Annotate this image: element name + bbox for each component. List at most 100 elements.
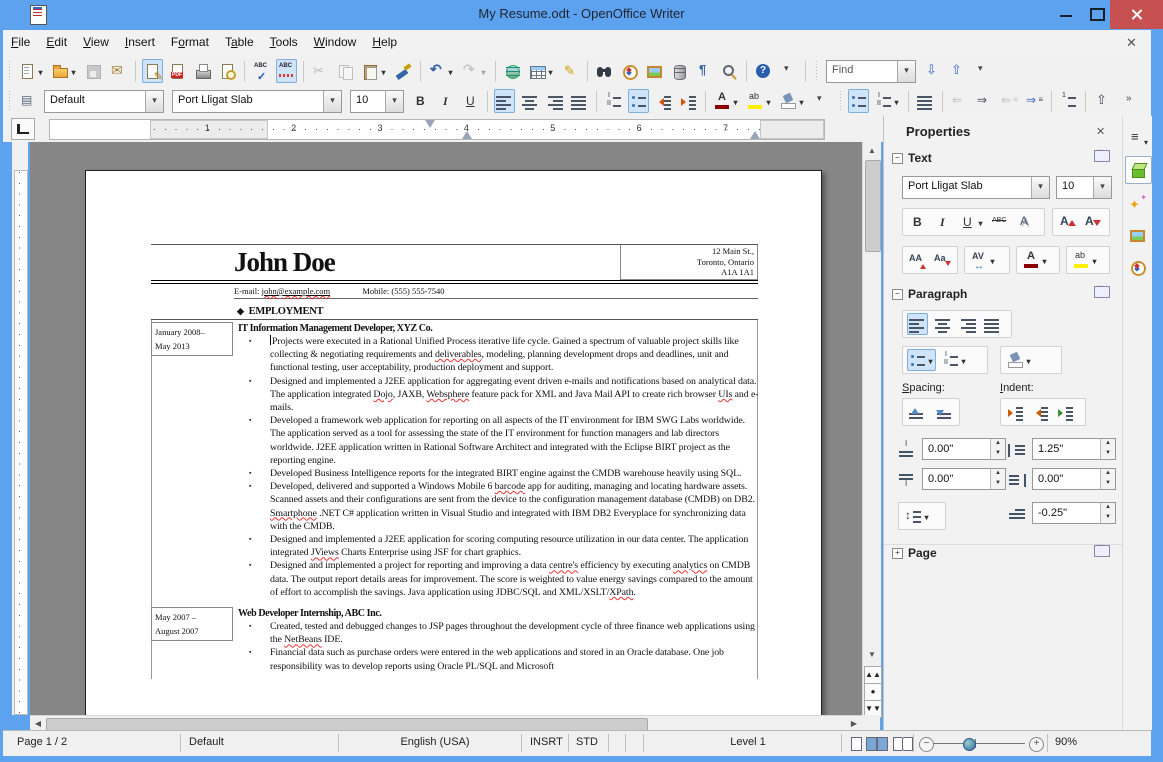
minimize-button[interactable]	[1052, 0, 1081, 29]
menu-help[interactable]: Help	[364, 30, 405, 56]
chevron-down-icon[interactable]	[323, 90, 341, 112]
document-page[interactable]: John Doe 12 Main St., Toronto, Ontario A1A…	[85, 170, 822, 715]
numbered-list-icon[interactable]	[603, 89, 624, 113]
spinner-buttons[interactable]: ▲ ▼	[1100, 503, 1115, 523]
toolbar-grip[interactable]	[7, 61, 12, 81]
nonprinting-characters-icon[interactable]	[694, 59, 715, 83]
hyperlink-icon[interactable]	[502, 59, 523, 83]
align-left-icon[interactable]	[494, 89, 515, 113]
chevron-down-icon[interactable]	[1093, 177, 1111, 198]
menu-window[interactable]: Window	[306, 30, 365, 56]
increase-indent-icon[interactable]	[678, 89, 699, 113]
numbered-list-icon[interactable]	[873, 89, 902, 113]
align-left-icon[interactable]	[907, 313, 928, 335]
view-single-page-icon[interactable]	[851, 737, 862, 751]
left-indent-marker[interactable]	[462, 126, 472, 139]
toolbar-more-icon[interactable]	[811, 89, 832, 113]
paragraph-section-header[interactable]: − Paragraph	[884, 283, 1123, 306]
more-options-icon[interactable]	[1094, 283, 1110, 298]
insert-mode[interactable]: INSRT	[530, 736, 563, 748]
align-right-icon[interactable]	[544, 89, 565, 113]
right-indent-marker[interactable]	[750, 126, 760, 139]
strikethrough-icon[interactable]	[990, 211, 1011, 233]
open-icon[interactable]	[50, 59, 79, 83]
after-text-indent-field[interactable]: 0.00" ▲ ▼	[1032, 468, 1116, 490]
demote-subpoints-icon[interactable]	[1024, 89, 1045, 113]
spellcheck-icon[interactable]	[251, 59, 272, 83]
language-status[interactable]: English (USA)	[355, 736, 515, 748]
sidebar-font-size-select[interactable]: 10	[1056, 176, 1112, 199]
selection-mode[interactable]: STD	[576, 736, 598, 748]
numbered-list-icon[interactable]	[940, 349, 969, 371]
bullet-list-icon[interactable]	[628, 89, 649, 113]
close-document-icon[interactable]	[1124, 35, 1139, 50]
expand-icon[interactable]: +	[892, 548, 903, 559]
font-color-icon[interactable]	[1021, 249, 1050, 271]
no-list-icon[interactable]	[915, 89, 936, 113]
bold-icon[interactable]	[410, 89, 431, 113]
font-size-select[interactable]: 10	[350, 89, 404, 113]
line-spacing-icon[interactable]	[903, 505, 932, 527]
scroll-down-icon[interactable]: ▼	[864, 647, 880, 663]
toolbar-more-icon[interactable]	[778, 59, 799, 83]
scroll-up-icon[interactable]: ▲	[864, 143, 880, 159]
align-justify-icon[interactable]	[982, 313, 1003, 335]
highlighting-icon[interactable]	[1071, 249, 1100, 271]
sidebar-font-name-select[interactable]: Port Lligat Slab	[902, 176, 1050, 199]
align-right-icon[interactable]	[957, 313, 978, 335]
bullet-list-icon[interactable]	[907, 349, 936, 371]
tab-clipart[interactable]	[1125, 222, 1150, 248]
horizontal-scrollbar[interactable]: ◀ ▶	[30, 715, 862, 731]
toolbar-grip[interactable]	[838, 91, 843, 111]
chevron-down-icon[interactable]	[385, 90, 403, 112]
decrease-indent-icon[interactable]	[653, 89, 674, 113]
chevron-down-icon[interactable]	[145, 90, 163, 112]
more-options-icon[interactable]	[1094, 542, 1110, 557]
align-center-icon[interactable]	[519, 89, 540, 113]
find-input[interactable]: Find	[826, 59, 916, 83]
close-button[interactable]	[1110, 0, 1163, 29]
hanging-indent-icon[interactable]	[1055, 401, 1076, 423]
find-replace-icon[interactable]	[594, 59, 615, 83]
vertical-ruler[interactable]	[12, 142, 28, 715]
increase-spacing-icon[interactable]	[907, 401, 928, 423]
view-multi-page-icon[interactable]	[877, 737, 888, 751]
chevron-down-icon[interactable]	[897, 60, 915, 82]
zoom-out-icon[interactable]: −	[919, 737, 934, 752]
chevron-down-icon[interactable]	[1031, 177, 1049, 198]
format-paintbrush-icon[interactable]	[393, 59, 414, 83]
page-style[interactable]: Default	[189, 736, 224, 748]
edit-mode-icon[interactable]	[142, 59, 163, 83]
view-book-icon[interactable]	[902, 737, 913, 751]
table-icon[interactable]	[527, 59, 556, 83]
menu-table[interactable]: Table	[217, 30, 262, 56]
new-document-icon[interactable]	[17, 59, 46, 83]
navigation-icon[interactable]: ●	[864, 683, 882, 701]
tab-stop-selector[interactable]	[11, 118, 35, 140]
email-icon[interactable]	[108, 59, 129, 83]
italic-icon[interactable]	[932, 211, 953, 233]
font-name-select[interactable]: Port Lligat Slab	[172, 89, 342, 113]
area-color-icon[interactable]	[1005, 349, 1034, 371]
toolbar-grip[interactable]	[7, 91, 12, 111]
align-center-icon[interactable]	[932, 313, 953, 335]
horizontal-ruler[interactable]: 1234567	[49, 119, 825, 140]
insert-unnumbered-icon[interactable]	[1058, 89, 1079, 113]
vertical-scroll-thumb[interactable]	[865, 160, 881, 252]
page-section-header[interactable]: + Page	[884, 542, 1123, 567]
draw-functions-icon[interactable]	[560, 59, 581, 83]
decrease-indent-icon[interactable]	[1030, 401, 1051, 423]
paste-icon[interactable]	[360, 59, 389, 83]
print-icon[interactable]	[192, 59, 213, 83]
uppercase-icon[interactable]	[907, 249, 928, 271]
maximize-button[interactable]	[1082, 0, 1111, 29]
text-section-header[interactable]: − Text	[884, 147, 1123, 170]
gallery-icon[interactable]	[644, 59, 665, 83]
shrink-font-icon[interactable]	[1082, 211, 1103, 233]
background-color-icon[interactable]	[778, 89, 807, 113]
grow-font-icon[interactable]	[1057, 211, 1078, 233]
navigator-icon[interactable]	[619, 59, 640, 83]
view-multi-page-icon[interactable]	[866, 737, 877, 751]
sidebar-settings-icon[interactable]	[1125, 124, 1150, 150]
panel-close-icon[interactable]	[1096, 124, 1110, 138]
